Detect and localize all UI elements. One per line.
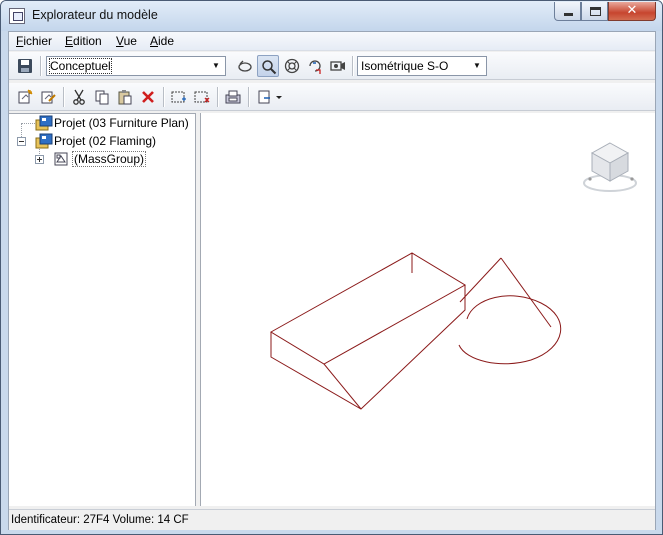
cone-base [458, 295, 562, 365]
toolbar-separator [63, 87, 64, 107]
tree-item-project-framing[interactable]: Projet (02 Flaming) [9, 132, 195, 150]
maximize-button[interactable] [581, 2, 608, 21]
title-bar[interactable]: Explorateur du modèle ✕ [1, 1, 662, 31]
toolbar-separator [40, 56, 41, 76]
box-top-face [270, 252, 466, 365]
cut-icon [73, 89, 85, 105]
model-viewport[interactable] [200, 113, 655, 506]
tree-item-label: Projet (02 Flaming) [54, 134, 157, 148]
minimize-button[interactable] [554, 2, 581, 21]
rotate-view-button[interactable] [304, 55, 326, 77]
cut-button[interactable] [68, 86, 90, 108]
menu-bar: Fichier Edition Vue Aide [9, 32, 655, 51]
save-icon [18, 59, 32, 73]
menu-accel: E [65, 34, 74, 48]
view-toolbar: Conceptuel ▼ Isométrique S-O ▼ [9, 52, 655, 80]
camera-button[interactable] [327, 55, 349, 77]
menu-label: ue [123, 34, 137, 48]
view-direction-combo[interactable]: Isométrique S-O ▼ [357, 56, 487, 76]
zoom-extents-button[interactable] [281, 55, 303, 77]
maximize-icon [590, 7, 601, 16]
project-icon [35, 115, 53, 131]
zoom-button[interactable] [257, 55, 279, 77]
copy-icon [95, 90, 109, 105]
viewcube-icon[interactable] [580, 135, 640, 195]
project-icon [35, 133, 53, 149]
properties-button[interactable] [222, 86, 244, 108]
menu-accel: V [116, 34, 124, 48]
tree-item-label: (MassGroup) [72, 151, 147, 167]
close-button[interactable]: ✕ [608, 2, 656, 21]
camera-icon [330, 61, 345, 71]
view-direction-value: Isométrique S-O [361, 59, 449, 73]
copy-button[interactable] [91, 86, 113, 108]
expand-toggle[interactable] [35, 155, 44, 164]
select-add-button[interactable] [168, 86, 190, 108]
massgroup-icon [54, 152, 68, 166]
window-title: Explorateur du modèle [32, 8, 158, 22]
model-tree[interactable]: Projet (03 Furniture Plan) Projet (02 Fl… [9, 113, 196, 506]
menu-label: ide [158, 34, 175, 48]
delete-button[interactable] [137, 86, 159, 108]
status-text: Identificateur: 27F4 Volume: 14 CF [11, 514, 189, 526]
app-icon [9, 8, 25, 24]
menu-label: ichier [23, 34, 53, 48]
menu-vue[interactable]: Vue [114, 34, 139, 48]
export-button[interactable] [254, 86, 286, 108]
visual-style-value: Conceptuel [49, 58, 112, 74]
rotate-view-icon [309, 60, 321, 74]
model-explorer-window: Explorateur du modèle ✕ Fichier Edition … [0, 0, 663, 535]
export-icon [258, 90, 282, 104]
client-area: Fichier Edition Vue Aide Conceptuel ▼ Is… [8, 31, 656, 530]
new-item-button[interactable] [14, 86, 36, 108]
menu-fichier[interactable]: Fichier [14, 34, 54, 48]
delete-icon [142, 91, 154, 103]
toolbar-separator [217, 87, 218, 107]
orbit-icon [238, 60, 252, 72]
toolbar-separator [163, 87, 164, 107]
tree-item-massgroup[interactable]: (MassGroup) [9, 150, 195, 168]
chevron-down-icon: ▼ [473, 61, 481, 70]
select-remove-icon [194, 91, 210, 103]
collapse-toggle[interactable] [17, 137, 26, 146]
toolbar-separator [248, 87, 249, 107]
menu-aide[interactable]: Aide [148, 34, 176, 48]
select-remove-button[interactable] [191, 86, 213, 108]
tree-item-label: Projet (03 Furniture Plan) [54, 116, 189, 130]
menu-accel: A [150, 34, 159, 48]
cone-right-edge [500, 257, 552, 328]
cone-left-edge [459, 257, 502, 303]
menu-edition[interactable]: Edition [63, 34, 104, 48]
chevron-down-icon: ▼ [212, 61, 220, 70]
box-front-edge [323, 363, 362, 410]
menu-label: dition [73, 34, 102, 48]
minimize-icon [564, 13, 573, 16]
paste-icon [118, 90, 132, 105]
toolbar-separator [352, 56, 353, 76]
mass-wireframe [270, 252, 562, 410]
edit-item-icon [41, 91, 56, 104]
tree-item-project-furniture[interactable]: Projet (03 Furniture Plan) [9, 114, 195, 132]
status-bar: Identificateur: 27F4 Volume: 14 CF [9, 509, 655, 530]
close-icon: ✕ [626, 3, 638, 18]
paste-button[interactable] [114, 86, 136, 108]
properties-icon [225, 90, 241, 104]
select-add-icon [171, 91, 186, 103]
edit-item-button[interactable] [37, 86, 59, 108]
edit-toolbar [9, 83, 655, 111]
visual-style-combo[interactable]: Conceptuel ▼ [46, 56, 226, 76]
zoom-icon [262, 60, 277, 75]
save-button[interactable] [14, 55, 36, 77]
orbit-button[interactable] [234, 55, 256, 77]
new-item-icon [18, 89, 33, 104]
box-side-edges [270, 285, 466, 410]
zoom-extents-icon [284, 58, 300, 74]
